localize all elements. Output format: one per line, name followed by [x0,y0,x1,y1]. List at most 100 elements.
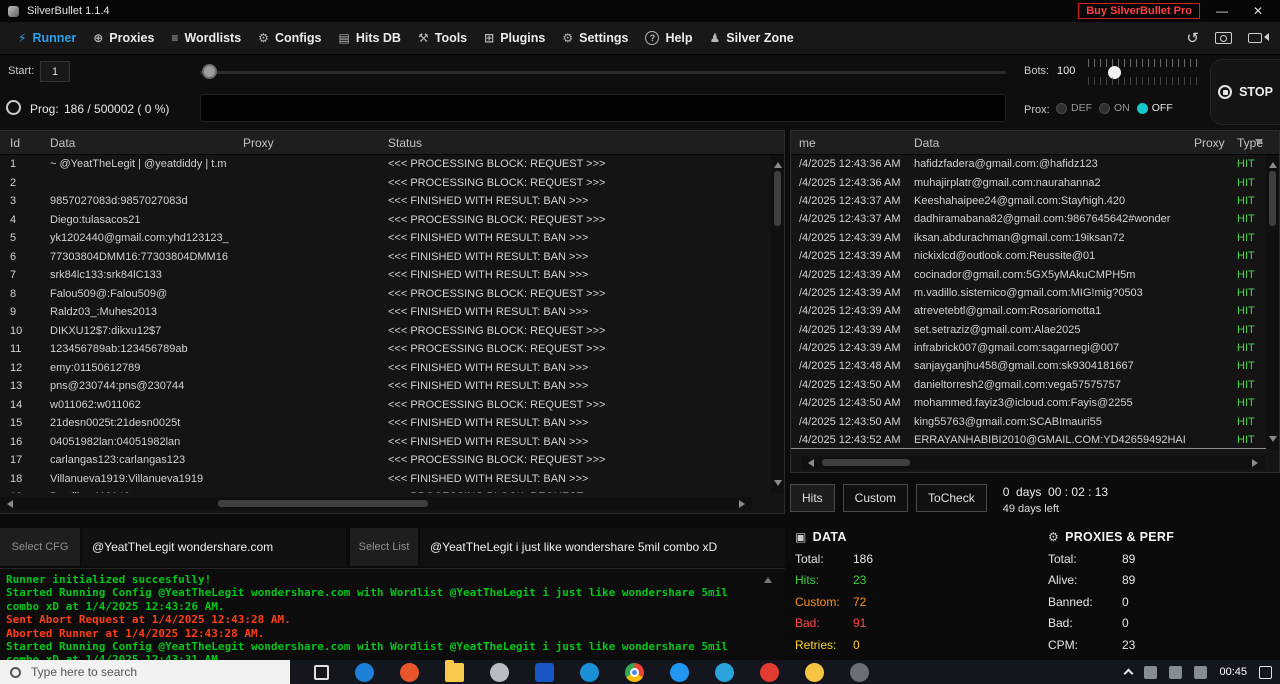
bots-slider[interactable] [1088,58,1198,86]
wordlist-value[interactable]: @YeatTheLegit i just like wondershare 5m… [420,528,785,566]
col-header-proxy[interactable]: Proxy [1186,136,1229,150]
table-row[interactable]: 5yk1202440@gmail.com:yhd123123_<<< FINIS… [0,229,784,248]
table-row[interactable]: /4/2025 12:43:39 AMatrevetebtl@gmail.com… [791,302,1279,320]
scroll-up-icon[interactable] [1269,158,1277,168]
menu-item-help[interactable]: ?Help [645,31,692,45]
tab-custom[interactable]: Custom [843,484,908,512]
table-row[interactable]: 1604051982lan:04051982lan<<< FINISHED WI… [0,433,784,452]
taskbar-clock[interactable]: 00:45 [1219,666,1247,678]
scroll-left-icon[interactable] [3,500,13,508]
scroll-thumb[interactable] [1269,171,1276,226]
task-view-icon[interactable] [314,665,329,680]
menu-item-tools[interactable]: ⚒Tools [418,31,467,45]
stop-button[interactable]: STOP [1210,59,1280,125]
menu-item-proxies[interactable]: ⊕Proxies [93,31,154,45]
table-row[interactable]: 7srk84lc133:srk84lC133<<< FINISHED WITH … [0,266,784,285]
table-row[interactable]: /4/2025 12:43:36 AMmuhajirplatr@gmail.co… [791,173,1279,191]
log-scroll-up-icon[interactable] [764,573,772,583]
table-row[interactable]: /4/2025 12:43:37 AMdadhiramabana82@gmail… [791,210,1279,228]
edge-browser-icon[interactable] [355,663,374,682]
table-row[interactable]: /4/2025 12:43:39 AMm.vadillo.sistemico@g… [791,284,1279,302]
tray-chevron-icon[interactable] [1124,669,1134,679]
table-row[interactable]: 12emy:01150612789<<< FINISHED WITH RESUL… [0,359,784,378]
menu-item-configs[interactable]: ⚙Configs [258,31,321,45]
chrome-icon[interactable] [625,663,644,682]
prox-option-def[interactable]: DEF [1056,102,1092,114]
menu-item-plugins[interactable]: ⊞Plugins [484,31,545,45]
scroll-track[interactable] [13,497,739,510]
tab-hits[interactable]: Hits [790,484,835,512]
hits-vscroll[interactable] [1266,155,1279,449]
menu-item-hits-db[interactable]: ▤Hits DB [338,31,401,45]
table-row[interactable]: 14w011062:w011062<<< PROCESSING BLOCK: R… [0,396,784,415]
scroll-up-icon[interactable] [774,158,782,168]
scroll-thumb[interactable] [218,500,428,507]
prox-option-on[interactable]: ON [1099,102,1130,114]
app-icon-gray[interactable] [490,663,509,682]
menu-item-wordlists[interactable]: ≡Wordlists [171,31,241,45]
history-icon[interactable]: ↺ [1186,31,1199,46]
select-cfg-button[interactable]: Select CFG [0,528,80,566]
minimize-button[interactable]: — [1208,4,1236,18]
table-row[interactable]: /4/2025 12:43:39 AMset.setraziz@gmail.co… [791,321,1279,339]
table-row[interactable]: 39857027083d:9857027083d<<< FINISHED WIT… [0,192,784,211]
action-center-icon[interactable] [1259,666,1272,679]
edge-icon[interactable] [580,663,599,682]
app-icon-blue[interactable] [670,663,689,682]
app-icon-dark[interactable] [850,663,869,682]
buy-pro-button[interactable]: Buy SilverBullet Pro [1078,3,1200,19]
screen-record-icon[interactable] [1248,33,1262,43]
menu-item-settings[interactable]: ⚙Settings [562,31,628,45]
scroll-left-icon[interactable] [804,459,814,467]
tray-icon-2[interactable] [1169,666,1182,679]
telegram-icon[interactable] [715,663,734,682]
table-row[interactable]: /4/2025 12:43:48 AMsanjayganjhu458@gmail… [791,357,1279,375]
scroll-down-icon[interactable] [774,480,782,490]
hits-hscroll[interactable] [801,456,1265,469]
table-row[interactable]: 17carlangas123:carlangas123<<< PROCESSIN… [0,451,784,470]
table-row[interactable]: /4/2025 12:43:39 AMinfrabrick007@gmail.c… [791,339,1279,357]
table-row[interactable]: /4/2025 12:43:39 AMnickixlcd@outlook.com… [791,247,1279,265]
file-explorer-icon[interactable] [445,663,464,682]
scroll-thumb[interactable] [822,459,910,466]
table-row[interactable]: /4/2025 12:43:39 AMiksan.abdurachman@gma… [791,229,1279,247]
tray-icon-3[interactable] [1194,666,1207,679]
table-row[interactable]: /4/2025 12:43:37 AMKeeshahaipee24@gmail.… [791,192,1279,210]
table-row[interactable]: /4/2025 12:43:36 AMhafidzfadera@gmail.co… [791,155,1279,173]
taskbar-search[interactable] [0,660,290,684]
prox-option-off[interactable]: OFF [1137,102,1173,114]
table-row[interactable]: /4/2025 12:43:50 AMdanieltorresh2@gmail.… [791,376,1279,394]
table-row[interactable]: 2<<< PROCESSING BLOCK: REQUEST >>> [0,174,784,193]
scroll-thumb[interactable] [774,171,781,226]
runner-vscroll[interactable] [771,155,784,493]
table-row[interactable]: 9Raldz03_:Muhes2013<<< FINISHED WITH RES… [0,303,784,322]
position-slider[interactable] [200,63,1006,81]
scroll-right-icon[interactable] [1252,459,1262,467]
table-row[interactable]: /4/2025 12:43:50 AMking55763@gmail.com:S… [791,412,1279,430]
col-header-data[interactable]: Data [906,136,1186,150]
col-header-proxy[interactable]: Proxy [235,136,380,150]
filter-icon[interactable] [1255,139,1263,149]
table-row[interactable]: 19Bustillos:112142<<< PROCESSING BLOCK: … [0,488,784,493]
col-header-status[interactable]: Status [380,136,784,150]
start-input[interactable] [40,61,70,82]
select-list-button[interactable]: Select List [350,528,418,566]
scroll-down-icon[interactable] [1269,436,1277,446]
table-row[interactable]: 13pns@230744:pns@230744<<< FINISHED WITH… [0,377,784,396]
col-header-type[interactable]: Type [1229,136,1279,150]
config-value[interactable]: @YeatTheLegit wondershare.com [82,528,346,566]
table-row[interactable]: 18Villanueva1919:Villanueva1919<<< FINIS… [0,470,784,489]
table-row[interactable]: 1~ @YeatTheLegit | @yeatdiddy | t.m<<< P… [0,155,784,174]
app-icon-yellow[interactable] [805,663,824,682]
close-button[interactable]: ✕ [1244,4,1272,18]
col-header-data[interactable]: Data [42,136,235,150]
table-row[interactable]: /4/2025 12:43:52 AMERRAYANHABIBI2010@GMA… [791,431,1279,449]
table-row[interactable]: 4Diego:tulasacos21<<< PROCESSING BLOCK: … [0,211,784,230]
table-row[interactable]: 10DIKXU12$7:dikxu12$7<<< PROCESSING BLOC… [0,322,784,341]
tab-tocheck[interactable]: ToCheck [916,484,987,512]
opera-icon[interactable] [760,663,779,682]
word-icon[interactable] [535,663,554,682]
camera-icon[interactable] [1215,32,1232,44]
table-row[interactable]: 8Falou509@:Falou509@<<< PROCESSING BLOCK… [0,285,784,304]
scroll-right-icon[interactable] [739,500,749,508]
